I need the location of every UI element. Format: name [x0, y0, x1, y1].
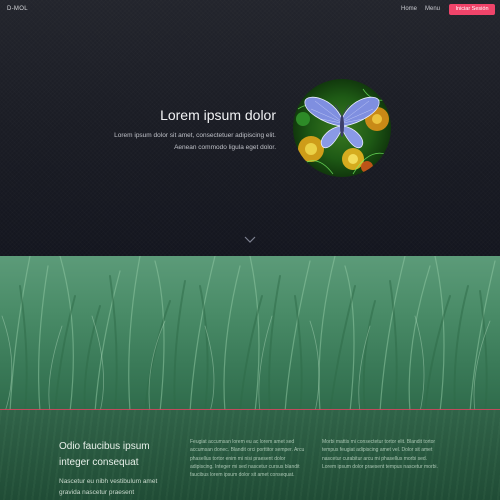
hero-title: Lorem ipsum dolor	[160, 107, 276, 123]
hero-subtitle-line-2: Aenean commodo ligula eget dolor.	[174, 144, 276, 151]
hero-section: D-MOL Home Menu Iniciar Sesión Lorem ips…	[0, 0, 500, 256]
butterfly-icon	[296, 88, 389, 175]
nav-home-link[interactable]: Home	[401, 6, 417, 12]
features-section: Odio faucibus ipsum integer consequat Na…	[0, 410, 500, 500]
grass-photo	[0, 256, 500, 412]
features-text-right: Morbi mattis mi consectetur tortor elit.…	[322, 439, 438, 470]
grass-blades	[1, 256, 496, 412]
hero-subtitle-line-1: Lorem ipsum dolor sit amet, consectetuer…	[114, 132, 276, 139]
butterfly-image	[293, 79, 391, 177]
chevron-down-icon[interactable]	[244, 236, 256, 244]
site-logo[interactable]: D-MOL	[7, 6, 28, 12]
hero-subtitle: Lorem ipsum dolor sit amet, consectetuer…	[76, 130, 276, 154]
top-navigation: D-MOL Home Menu Iniciar Sesión	[0, 0, 500, 22]
nav-menu-link[interactable]: Menu	[425, 6, 440, 12]
login-button[interactable]: Iniciar Sesión	[449, 4, 495, 15]
features-text-middle: Feugiat accumsan lorem eu ac lorem amet …	[190, 439, 305, 479]
features-subtitle: Nascetur eu nibh vestibulum amet gravida…	[59, 478, 158, 496]
features-title: Odio faucibus ipsum integer consequat	[59, 441, 150, 468]
